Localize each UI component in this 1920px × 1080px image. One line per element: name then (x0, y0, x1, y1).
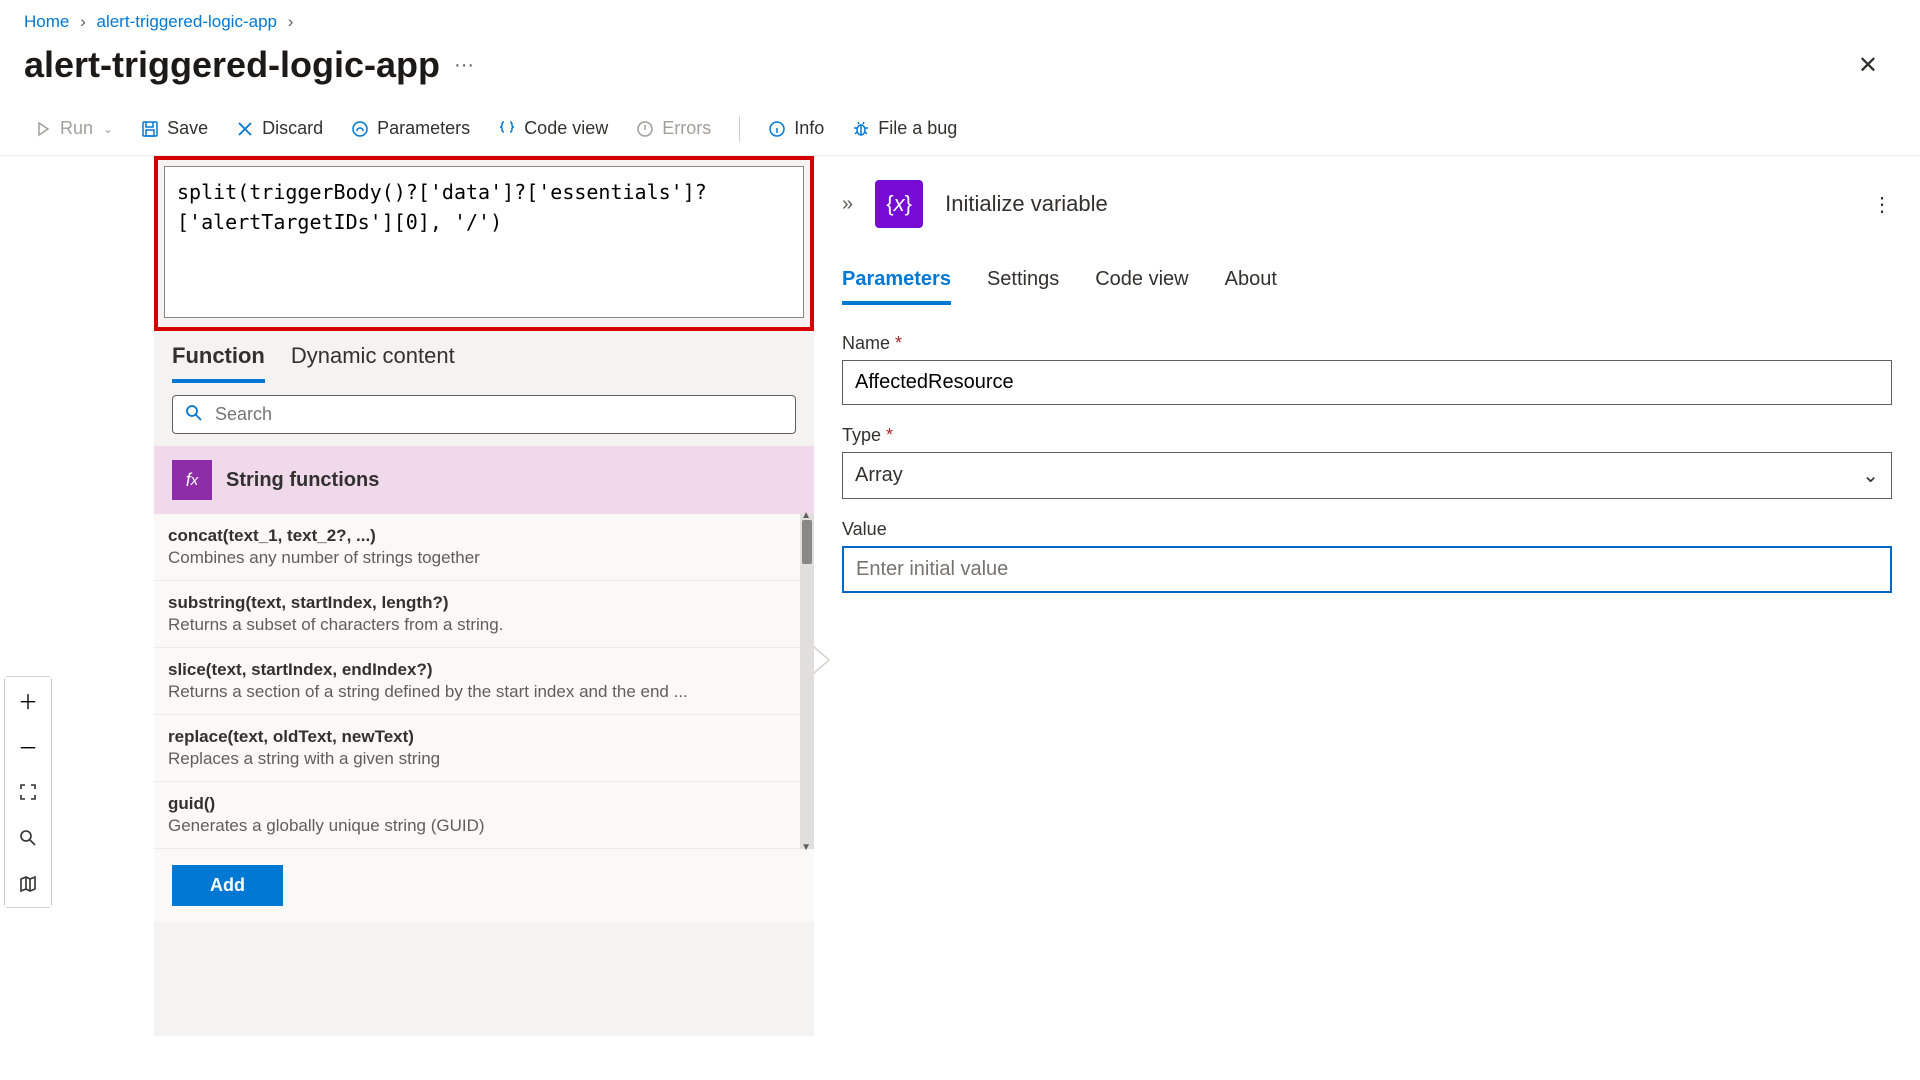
scroll-thumb[interactable] (802, 520, 812, 564)
tab-dynamic-content[interactable]: Dynamic content (291, 343, 455, 383)
separator (739, 116, 740, 142)
chevron-down-icon: ⌄ (103, 122, 113, 136)
search-icon (185, 404, 203, 425)
fn-slice[interactable]: slice(text, startIndex, endIndex?) Retur… (154, 648, 814, 715)
filebug-label: File a bug (878, 118, 957, 139)
file-bug-button[interactable]: File a bug (838, 114, 971, 143)
type-value: Array (855, 464, 903, 487)
breadcrumb-home[interactable]: Home (24, 12, 69, 31)
discard-button[interactable]: Discard (222, 114, 337, 143)
minimap-button[interactable] (5, 861, 51, 907)
run-label: Run (60, 118, 93, 139)
fn-description: Generates a globally unique string (GUID… (168, 816, 800, 836)
action-title: Initialize variable (945, 191, 1850, 217)
fn-replace[interactable]: replace(text, oldText, newText) Replaces… (154, 715, 814, 782)
action-panel: » {x} Initialize variable ⋮ Parameters S… (814, 156, 1920, 1036)
info-label: Info (794, 118, 824, 139)
type-select[interactable]: Array ⌄ (842, 452, 1892, 499)
fn-signature: concat(text_1, text_2?, ...) (168, 526, 800, 546)
panel-connector-icon (814, 646, 830, 674)
name-label: Name * (842, 333, 1892, 354)
fn-description: Replaces a string with a given string (168, 749, 800, 769)
expression-box-highlight (154, 156, 814, 331)
chevron-right-icon: › (80, 12, 86, 31)
type-label: Type * (842, 425, 1892, 446)
run-button[interactable]: Run ⌄ (20, 114, 127, 143)
expression-editor-panel: Function Dynamic content fx String funct… (154, 156, 814, 1036)
search-input[interactable] (215, 404, 783, 425)
parameters-button[interactable]: Parameters (337, 114, 484, 143)
action-more-icon[interactable]: ⋮ (1872, 192, 1892, 217)
bug-icon (852, 120, 870, 138)
save-label: Save (167, 118, 208, 139)
fn-guid[interactable]: guid() Generates a globally unique strin… (154, 782, 814, 849)
fn-signature: replace(text, oldText, newText) (168, 727, 800, 747)
discard-label: Discard (262, 118, 323, 139)
fn-signature: slice(text, startIndex, endIndex?) (168, 660, 800, 680)
info-button[interactable]: Info (754, 114, 838, 143)
more-icon[interactable]: ··· (454, 54, 474, 77)
errors-button[interactable]: Errors (622, 114, 725, 143)
fn-description: Combines any number of strings together (168, 548, 800, 568)
search-canvas-button[interactable] (5, 815, 51, 861)
play-icon (34, 120, 52, 138)
scroll-down-icon[interactable]: ▼ (801, 842, 811, 853)
x-icon (236, 120, 254, 138)
tab-code-view[interactable]: Code view (1095, 268, 1188, 305)
info-icon (768, 120, 786, 138)
zoom-out-button[interactable]: － (5, 723, 51, 769)
category-label: String functions (226, 469, 379, 492)
function-search[interactable] (172, 395, 796, 434)
collapse-icon[interactable]: » (842, 193, 853, 216)
fn-substring[interactable]: substring(text, startIndex, length?) Ret… (154, 581, 814, 648)
tab-function[interactable]: Function (172, 343, 265, 383)
fx-icon: fx (172, 460, 212, 500)
fn-signature: guid() (168, 794, 800, 814)
fn-description: Returns a section of a string defined by… (168, 682, 800, 702)
codeview-label: Code view (524, 118, 608, 139)
value-field[interactable] (842, 546, 1892, 593)
error-icon (636, 120, 654, 138)
fit-screen-button[interactable] (5, 769, 51, 815)
breadcrumb-app[interactable]: alert-triggered-logic-app (97, 12, 277, 31)
breadcrumb: Home › alert-triggered-logic-app › (0, 0, 1920, 40)
name-field[interactable] (842, 360, 1892, 405)
tab-about[interactable]: About (1225, 268, 1277, 305)
fn-description: Returns a subset of characters from a st… (168, 615, 800, 635)
fn-concat[interactable]: concat(text_1, text_2?, ...) Combines an… (154, 514, 814, 581)
value-label: Value (842, 519, 1892, 540)
save-button[interactable]: Save (127, 114, 222, 143)
page-title: alert-triggered-logic-app (24, 44, 440, 86)
zoom-in-button[interactable]: ＋ (5, 677, 51, 723)
fn-signature: substring(text, startIndex, length?) (168, 593, 800, 613)
chevron-down-icon: ⌄ (1862, 463, 1879, 488)
function-list: concat(text_1, text_2?, ...) Combines an… (154, 514, 814, 849)
add-expression-button[interactable]: Add (172, 865, 283, 906)
category-string-functions[interactable]: fx String functions (154, 446, 814, 514)
expression-tabs: Function Dynamic content (154, 331, 814, 383)
canvas-rail: ＋ － (0, 156, 56, 1036)
toolbar: Run ⌄ Save Discard Parameters Code view … (0, 106, 1920, 156)
parameters-label: Parameters (377, 118, 470, 139)
chevron-right-icon: › (288, 12, 294, 31)
scrollbar[interactable]: ▲ ▼ (800, 514, 814, 849)
parameters-icon (351, 120, 369, 138)
save-icon (141, 120, 159, 138)
tab-settings[interactable]: Settings (987, 268, 1059, 305)
tab-parameters[interactable]: Parameters (842, 268, 951, 305)
variable-icon: {x} (875, 180, 923, 228)
action-tabs: Parameters Settings Code view About (842, 268, 1892, 305)
braces-icon (498, 120, 516, 138)
errors-label: Errors (662, 118, 711, 139)
code-view-button[interactable]: Code view (484, 114, 622, 143)
expression-input[interactable] (164, 166, 804, 318)
close-icon[interactable]: ✕ (1858, 51, 1878, 80)
page-header: alert-triggered-logic-app ··· ✕ (0, 40, 1920, 106)
